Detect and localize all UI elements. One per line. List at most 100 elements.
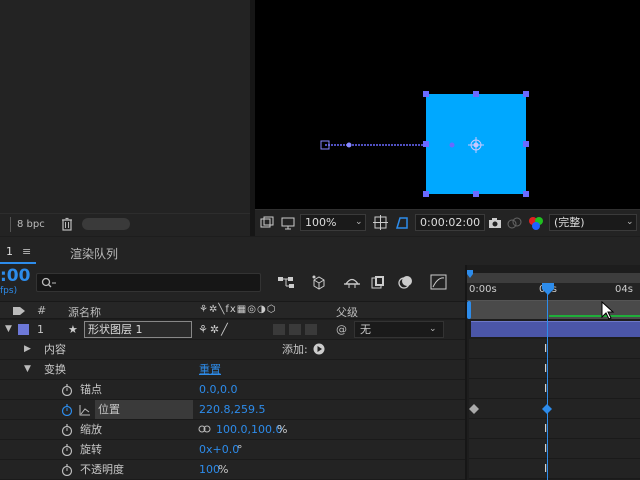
parent-select[interactable]: 无 ⌄	[354, 321, 444, 338]
property-time-marker: I	[544, 462, 548, 475]
zoom-value: 100%	[305, 216, 337, 229]
reset-link[interactable]: 重置	[199, 360, 221, 379]
ruler-label: 0:00s	[469, 284, 497, 295]
contents-label: 内容	[44, 343, 66, 356]
layer-name-field[interactable]: 形状图层 1	[84, 321, 192, 338]
current-time-field[interactable]: 0:00:02:00	[415, 214, 485, 231]
star-icon: ★	[68, 323, 78, 336]
column-source-name[interactable]: 源名称	[68, 304, 101, 320]
property-value[interactable]: 220.8,259.5	[199, 400, 265, 419]
property-row-anchor[interactable]: 锚点 0.0,0.0	[0, 380, 465, 400]
property-row-scale[interactable]: 缩放 100.0,100.0 %	[0, 420, 465, 440]
tab-menu-icon[interactable]: ≡	[22, 245, 31, 258]
property-value[interactable]: 100	[199, 460, 220, 479]
constrain-proportions-icon[interactable]	[198, 425, 212, 434]
show-snapshot-icon[interactable]	[507, 216, 523, 230]
timeline-controls: :00 fps)	[0, 265, 465, 301]
render-status-bar	[549, 315, 640, 317]
track-transform	[469, 359, 640, 379]
track-position	[469, 399, 640, 419]
tab-composition-1[interactable]: 1	[6, 245, 13, 258]
contents-row[interactable]: ▶ 内容 添加:	[0, 340, 465, 360]
track-rotation	[469, 439, 640, 459]
composition-viewer[interactable]	[255, 0, 640, 209]
switches-header-icons: ⚘✲╲fx▦◎◑⬡	[199, 304, 277, 315]
switch-box[interactable]	[305, 324, 317, 335]
composition-canvas[interactable]	[255, 0, 640, 209]
frame-blending-icon[interactable]	[370, 274, 388, 290]
stopwatch-icon[interactable]	[61, 424, 73, 436]
fps-label: fps)	[0, 286, 18, 296]
region-icon[interactable]	[260, 216, 274, 230]
monitor-icon[interactable]	[281, 216, 295, 230]
property-time-marker: I	[544, 362, 548, 375]
property-row-rotation[interactable]: 旋转 0x+0.0 °	[0, 440, 465, 460]
stopwatch-icon[interactable]	[61, 384, 73, 396]
motion-path-point	[346, 142, 352, 148]
graph-icon[interactable]	[79, 404, 91, 416]
trash-icon[interactable]	[60, 217, 74, 231]
property-row-opacity[interactable]: 不透明度 100 %	[0, 460, 465, 480]
timeline-track-area[interactable]: 0:00s 02s 04s I I I I I I	[465, 265, 640, 480]
bit-depth-button[interactable]: 8 bpc	[10, 217, 50, 232]
viewer-toolbar: 100% ⌄ 0:00:02:00 (完整) ⌄	[255, 209, 640, 236]
property-value[interactable]: 0x+0.0	[199, 440, 239, 459]
column-parent[interactable]: 父级	[336, 304, 358, 320]
resolution-select[interactable]: (完整) ⌄	[549, 214, 637, 231]
resolution-value: (完整)	[554, 216, 585, 229]
zoom-select[interactable]: 100% ⌄	[300, 214, 366, 231]
property-name-highlight[interactable]: 位置	[95, 400, 193, 419]
layer-label-color[interactable]	[18, 324, 29, 335]
switch-box[interactable]	[289, 324, 301, 335]
property-time-marker: I	[544, 422, 548, 435]
color-channels-icon[interactable]	[528, 215, 544, 231]
property-time-marker: I	[544, 342, 548, 355]
work-area-navigator[interactable]	[467, 273, 640, 283]
layer-search-input[interactable]	[36, 273, 261, 292]
mask-visibility-icon[interactable]	[394, 215, 410, 231]
label-tag-icon	[13, 307, 25, 315]
stopwatch-active-icon[interactable]	[61, 404, 73, 416]
expand-transform-icon[interactable]: ▼	[24, 360, 31, 379]
layer-duration-bar[interactable]	[471, 321, 640, 337]
active-tab-indicator	[0, 262, 36, 264]
work-area-start-handle[interactable]	[467, 301, 473, 319]
property-unit: %	[277, 423, 288, 436]
expand-contents-icon[interactable]: ▶	[24, 340, 31, 359]
graph-editor-icon[interactable]	[430, 274, 448, 290]
current-time-display[interactable]: :00	[0, 266, 30, 286]
property-value[interactable]: 0.0,0.0	[199, 380, 237, 399]
property-value[interactable]: 100.0,100.0	[216, 420, 282, 439]
camera-icon[interactable]	[488, 216, 502, 230]
property-row-position[interactable]: 位置 220.8,259.5	[0, 400, 465, 420]
draft-3d-icon[interactable]	[310, 274, 328, 290]
track-contents	[469, 339, 640, 359]
playhead-handle[interactable]	[541, 283, 555, 297]
layer-column-header: # 源名称 ⚘✲╲fx▦◎◑⬡ 父级	[0, 301, 465, 319]
stopwatch-icon[interactable]	[61, 444, 73, 456]
track-opacity	[469, 459, 640, 479]
keyframe-start[interactable]	[469, 404, 479, 414]
thumbnail-size-slider[interactable]	[82, 218, 130, 230]
navigator-start-handle[interactable]	[467, 270, 475, 280]
track-scale	[469, 419, 640, 439]
chevron-down-icon: ⌄	[626, 217, 634, 227]
shy-layers-icon[interactable]	[343, 274, 361, 290]
motion-blur-icon[interactable]	[397, 274, 415, 290]
expand-layer-icon[interactable]: ▼	[5, 320, 12, 339]
layer-row[interactable]: ▼ 1 ★ 形状图层 1 ⚘✲╱ @ 无 ⌄	[0, 320, 465, 340]
grid-guides-icon[interactable]	[373, 215, 389, 231]
transform-row[interactable]: ▼ 变换 重置	[0, 360, 465, 380]
viewer-timecode: 0:00:02:00	[420, 216, 481, 229]
chevron-down-icon: ⌄	[429, 324, 437, 334]
add-menu-icon[interactable]	[313, 343, 325, 355]
layer-switches[interactable]: ⚘✲╱	[198, 320, 230, 339]
layer-number: 1	[37, 323, 44, 336]
track-anchor	[469, 379, 640, 399]
property-name: 旋转	[80, 443, 102, 456]
stopwatch-icon[interactable]	[61, 464, 73, 476]
pick-whip-icon[interactable]: @	[336, 320, 347, 339]
composition-flowchart-icon[interactable]	[277, 274, 295, 290]
switch-box[interactable]	[273, 324, 285, 335]
tab-render-queue[interactable]: 渲染队列	[70, 245, 118, 262]
